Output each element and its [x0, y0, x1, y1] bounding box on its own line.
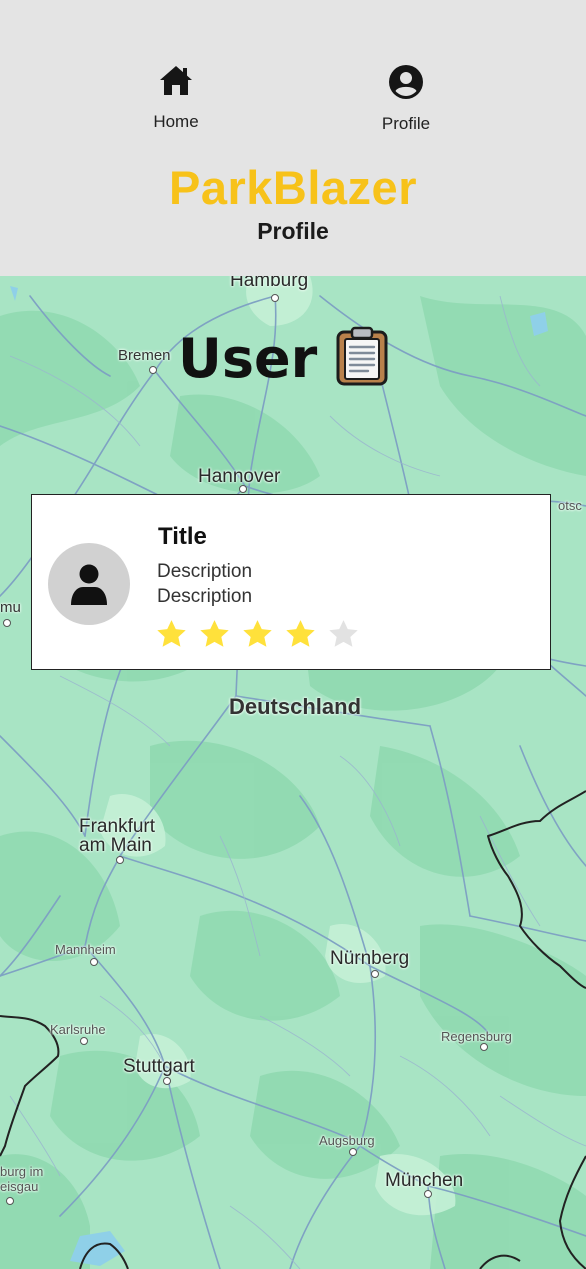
city-marker: [371, 970, 379, 978]
page-subtitle: Profile: [257, 218, 329, 244]
star-filled-icon[interactable]: [242, 619, 273, 649]
country-label: Deutschland: [229, 694, 362, 719]
nav-home-label: Home: [153, 112, 199, 131]
avatar: [48, 543, 130, 625]
city-marker: [149, 366, 157, 374]
city-hamburg: Hamburg: [230, 276, 309, 291]
city-augsburg: Augsburg: [319, 1133, 375, 1148]
clipboard-icon: [335, 326, 389, 391]
app-screen: Home Profile ParkBlazer Profile Hamburg …: [0, 0, 586, 1269]
star-filled-icon[interactable]: [285, 619, 316, 649]
nav-profile-label: Profile: [381, 114, 431, 133]
city-frankfurt-line2: am Main: [79, 835, 152, 856]
star-filled-icon[interactable]: [156, 619, 187, 649]
city-mannheim: Mannheim: [55, 942, 116, 957]
user-heading: User: [178, 326, 389, 391]
city-right-edge: otsc: [558, 498, 582, 513]
city-marker: [116, 856, 124, 864]
city-marker: [480, 1043, 488, 1051]
app-header: Home Profile ParkBlazer Profile: [0, 0, 586, 276]
card-title: Title: [158, 523, 207, 550]
nav-home[interactable]: Home: [116, 64, 236, 132]
city-marker: [163, 1077, 171, 1085]
city-marker: [3, 619, 11, 627]
city-marker: [90, 958, 98, 966]
city-marker: [6, 1197, 14, 1205]
city-freiburg-line1: burg im: [0, 1164, 44, 1179]
city-munchen: München: [385, 1170, 464, 1191]
city-left-edge: mu: [0, 599, 21, 616]
nav-profile[interactable]: Profile: [346, 64, 466, 134]
city-karlsruhe: Karlsruhe: [50, 1022, 106, 1037]
city-regensburg: Regensburg: [441, 1029, 512, 1044]
city-marker: [80, 1037, 88, 1045]
city-marker: [271, 294, 279, 302]
city-bremen: Bremen: [118, 347, 171, 364]
city-stuttgart: Stuttgart: [123, 1056, 195, 1077]
city-marker: [349, 1148, 357, 1156]
app-title: ParkBlazer: [169, 161, 417, 214]
city-freiburg-line2: eisgau: [0, 1179, 39, 1194]
city-marker: [424, 1190, 432, 1198]
user-circle-icon: [388, 64, 424, 100]
star-empty-icon[interactable]: [328, 619, 359, 649]
card-description: Description: [157, 586, 253, 607]
star-filled-icon[interactable]: [199, 619, 230, 649]
city-hannover: Hannover: [198, 466, 281, 487]
user-heading-text: User: [178, 327, 318, 390]
map-view[interactable]: Hamburg Bremen Hannover mu otsc Deutschl…: [0, 276, 586, 1269]
user-card[interactable]: Title Description Description: [31, 494, 551, 670]
star-rating[interactable]: [156, 619, 359, 649]
home-icon: [158, 64, 194, 98]
city-nurnberg: Nürnberg: [330, 948, 410, 969]
map-background: [0, 276, 586, 1269]
card-description: Description: [157, 561, 253, 582]
